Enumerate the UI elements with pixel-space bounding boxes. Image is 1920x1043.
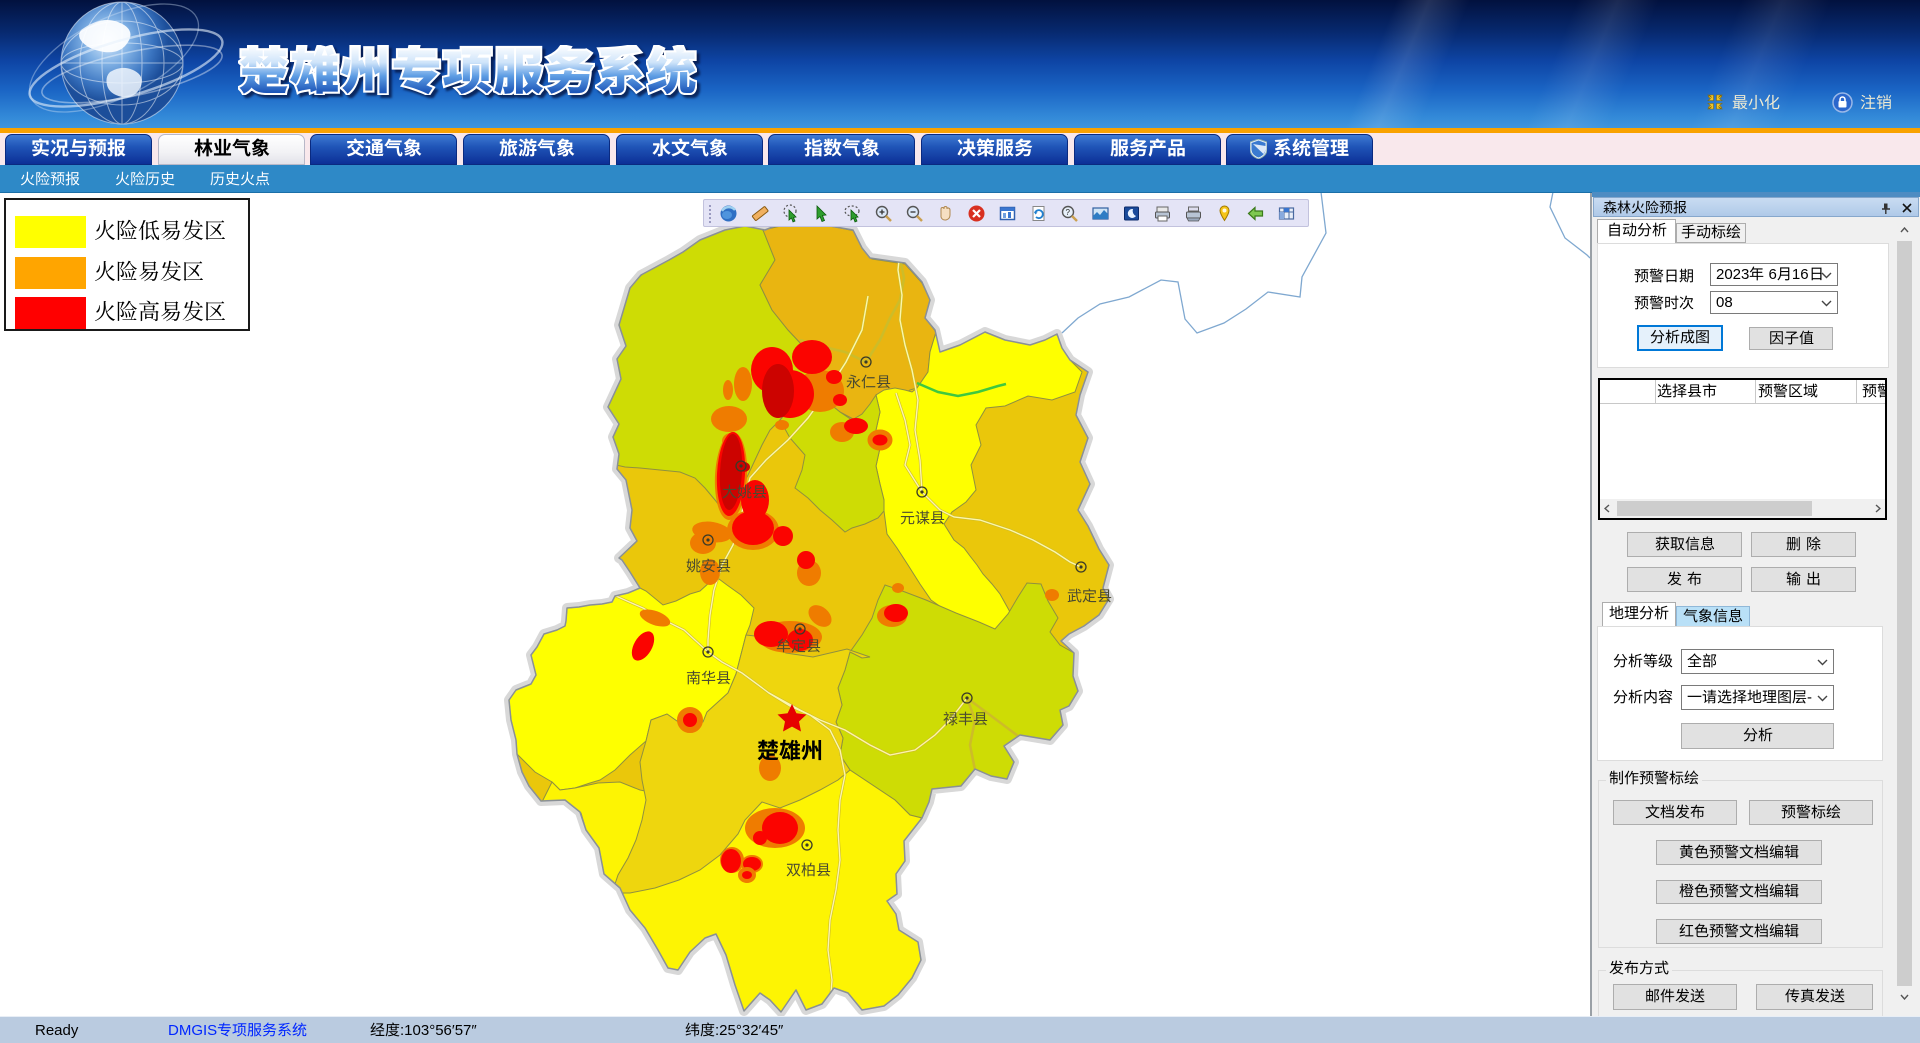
svg-text:?: ?	[1066, 208, 1071, 217]
